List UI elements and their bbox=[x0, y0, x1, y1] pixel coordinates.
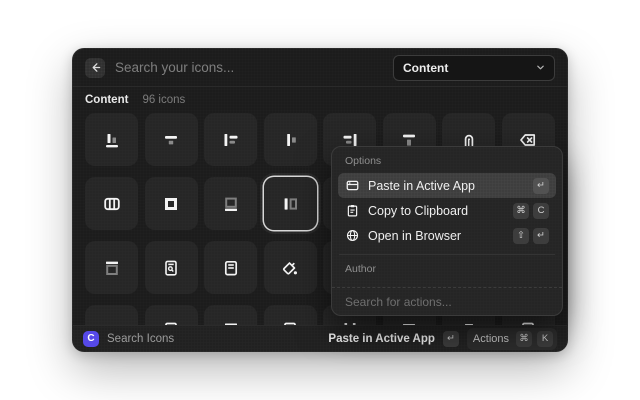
key-return: ↵ bbox=[533, 227, 549, 244]
actions-search-input[interactable] bbox=[345, 294, 549, 309]
align-middle-icon bbox=[287, 133, 296, 146]
icon-tile-partial-1[interactable] bbox=[85, 305, 138, 327]
box-icon bbox=[165, 197, 178, 210]
icon-tile-dock-bottom[interactable] bbox=[204, 177, 258, 230]
author-section-header: Author bbox=[345, 263, 376, 275]
icon-tile-document-search[interactable] bbox=[144, 241, 198, 294]
key-k: K bbox=[537, 330, 553, 347]
search-input[interactable] bbox=[115, 60, 383, 75]
document-search-icon bbox=[165, 260, 177, 276]
menu-item-label: Paste in Active App bbox=[368, 178, 476, 193]
options-context-menu: Options Paste in Active App ↵ Copy to Cl… bbox=[331, 146, 563, 316]
clipboard-icon bbox=[347, 204, 358, 217]
key-c: C bbox=[533, 202, 549, 219]
category-dropdown[interactable]: Content bbox=[393, 54, 555, 81]
icon-tile-align-center[interactable] bbox=[144, 113, 198, 166]
color-bucket-icon bbox=[283, 261, 298, 274]
icon-tile-partial-3[interactable] bbox=[204, 305, 258, 327]
footer-primary-action-label[interactable]: Paste in Active App bbox=[328, 333, 435, 345]
category-dropdown-value: Content bbox=[403, 60, 449, 75]
context-menu-list: Options Paste in Active App ↵ Copy to Cl… bbox=[332, 147, 562, 287]
actions-search-bar bbox=[332, 287, 562, 315]
align-bottom-icon bbox=[105, 133, 118, 147]
menu-item-open-in-browser[interactable]: Open in Browser ⇧ ↵ bbox=[338, 223, 556, 248]
arrow-left-icon bbox=[92, 63, 100, 72]
icon-tile-dock-left-selected[interactable] bbox=[263, 177, 317, 230]
key-return: ↵ bbox=[442, 330, 459, 347]
icon-tile-partial-4[interactable] bbox=[263, 305, 317, 327]
menu-item-label: Copy to Clipboard bbox=[368, 203, 469, 218]
icon-tile-dock-top[interactable] bbox=[85, 241, 138, 294]
header: Content bbox=[73, 49, 567, 87]
menu-divider bbox=[339, 254, 555, 255]
section-title: Content bbox=[85, 94, 129, 106]
actions-button-label: Actions bbox=[472, 332, 509, 345]
key-return: ↵ bbox=[533, 177, 549, 194]
key-command: ⌘ bbox=[516, 330, 532, 347]
align-left-icon bbox=[224, 133, 238, 146]
carousel-icon bbox=[103, 197, 120, 210]
icon-tile-box[interactable] bbox=[144, 177, 198, 230]
dock-left-icon bbox=[284, 197, 298, 210]
footer-bar: C Search Icons Paste in Active App ↵ Act… bbox=[73, 325, 567, 351]
icon-tile-carousel[interactable] bbox=[85, 177, 138, 230]
icon-tile-partial-2[interactable] bbox=[144, 305, 198, 327]
screen: Content Content 96 icons bbox=[0, 0, 640, 400]
icon-tile-align-middle[interactable] bbox=[263, 113, 317, 166]
options-section-header: Options bbox=[345, 155, 382, 167]
actions-button[interactable]: Actions ⌘ K bbox=[466, 327, 557, 350]
menu-item-label: Open in Browser bbox=[368, 228, 462, 243]
menu-item-copy-to-clipboard[interactable]: Copy to Clipboard ⌘ C bbox=[338, 198, 556, 223]
align-center-icon bbox=[165, 135, 178, 144]
globe-icon bbox=[346, 229, 359, 242]
icon-tile-align-bottom[interactable] bbox=[85, 113, 138, 166]
footer-app-label: Search Icons bbox=[107, 332, 175, 345]
app-logo: C bbox=[83, 330, 99, 347]
back-button[interactable] bbox=[85, 57, 105, 78]
key-command: ⌘ bbox=[513, 202, 529, 219]
icon-tile-align-left[interactable] bbox=[204, 113, 258, 166]
notes-icon bbox=[224, 260, 237, 275]
icon-tile-notes[interactable] bbox=[204, 241, 258, 294]
dock-top-icon bbox=[105, 261, 118, 275]
section-icon-count: 96 icons bbox=[142, 94, 186, 106]
browser-window-icon bbox=[346, 180, 359, 191]
chevron-down-icon bbox=[537, 65, 544, 70]
menu-item-paste-in-active-app[interactable]: Paste in Active App ↵ bbox=[338, 173, 556, 198]
icon-search-window: Content Content 96 icons bbox=[72, 48, 568, 352]
section-row: Content 96 icons bbox=[85, 94, 185, 106]
dock-bottom-icon bbox=[224, 197, 237, 211]
icon-tile-color-bucket[interactable] bbox=[263, 241, 317, 294]
key-shift: ⇧ bbox=[513, 227, 529, 244]
